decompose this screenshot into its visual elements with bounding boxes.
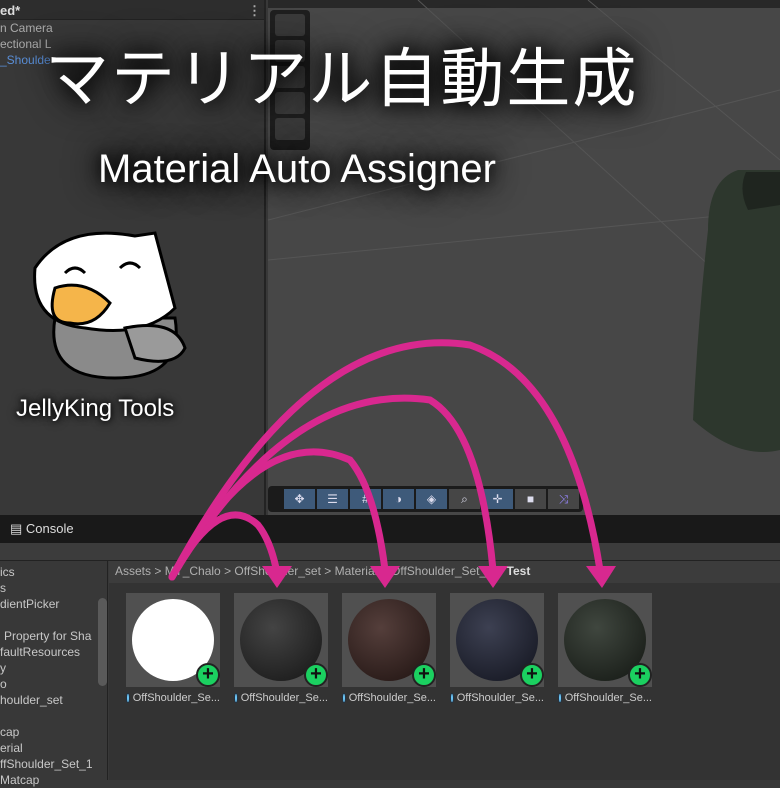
overlay-subtitle: Material Auto Assigner [98,147,496,191]
brand-label: JellyKing Tools [16,395,175,422]
mascot-eagle-logo [33,231,187,380]
overlay-title: マテリアル自動生成 [45,43,639,115]
